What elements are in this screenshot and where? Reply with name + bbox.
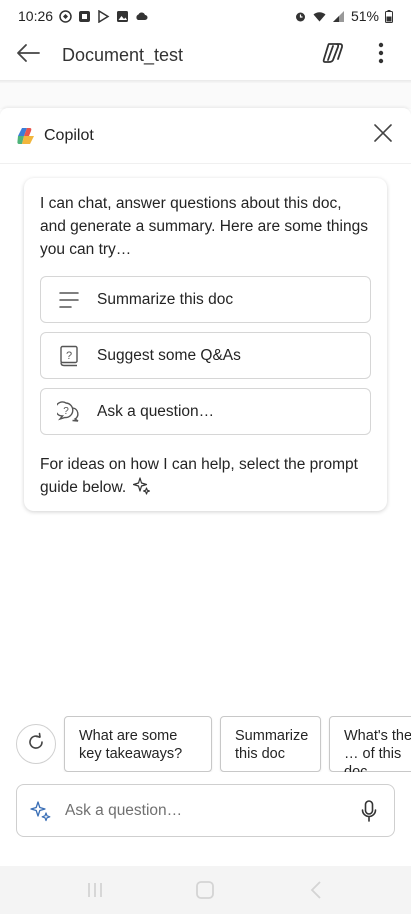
welcome-message: I can chat, answer questions about this … [40, 195, 368, 258]
copilot-logo-icon [16, 126, 36, 146]
prompt-guide-hint: For ideas on how I can help, select the … [40, 453, 371, 499]
prompt-chip-key-takeaways[interactable]: What are some key takeaways? [64, 716, 212, 772]
refresh-prompts-button[interactable] [16, 724, 56, 764]
svg-text:?: ? [66, 350, 72, 362]
svg-text:?: ? [63, 406, 69, 417]
signal-icon [332, 10, 345, 23]
question-chat-icon: ? [41, 388, 97, 435]
document-title: Document_test [62, 44, 184, 65]
home-button[interactable] [180, 870, 230, 910]
ask-question-suggestion-button[interactable]: ? Ask a question… [40, 388, 371, 435]
system-back-button[interactable] [291, 870, 341, 910]
status-bar: 10:26 51% [0, 0, 411, 32]
copilot-icon [321, 41, 345, 70]
back-button[interactable] [0, 32, 56, 78]
sparkle-icon [132, 477, 151, 495]
suggestion-label: Suggest some Q&As [97, 346, 241, 364]
ask-question-input[interactable] [65, 801, 344, 820]
chevron-left-icon [310, 881, 321, 899]
more-vertical-icon [378, 42, 384, 69]
summarize-suggestion-button[interactable]: Summarize this doc [40, 276, 371, 323]
app-header: Document_test [0, 32, 411, 78]
prompt-chip-summarize[interactable]: Summarize this doc [220, 716, 321, 772]
wifi-icon [313, 10, 326, 23]
microphone-button[interactable] [344, 784, 394, 837]
suggestion-label: Summarize this doc [97, 290, 234, 308]
recent-apps-button[interactable] [70, 870, 120, 910]
system-nav-bar [0, 866, 411, 914]
back-arrow-icon [16, 43, 40, 68]
copilot-button[interactable] [309, 32, 357, 78]
more-options-button[interactable] [357, 32, 405, 78]
prompt-chip-whats-the[interactable]: What's the … of this doc [329, 716, 411, 772]
copilot-panel-header: Copilot [0, 108, 411, 164]
recent-apps-icon [88, 883, 103, 897]
status-right: 51% [294, 8, 393, 24]
play-store-icon [97, 9, 110, 23]
notification-icon [59, 9, 72, 23]
summary-lines-icon [41, 276, 97, 323]
suggestion-label: Ask a question… [97, 402, 215, 420]
refresh-icon [26, 732, 46, 757]
question-book-icon: ? [41, 332, 97, 379]
status-time: 10:26 [18, 8, 54, 24]
prompt-guide-button[interactable] [17, 784, 65, 837]
copilot-title: Copilot [44, 126, 94, 144]
ask-question-box [16, 784, 395, 837]
gallery-icon [116, 10, 129, 23]
home-icon [196, 881, 215, 899]
microphone-icon [361, 799, 377, 822]
prompt-guide-hint-text: For ideas on how I can help, select the … [40, 456, 358, 496]
media-icon [78, 10, 91, 23]
battery-icon [385, 9, 393, 23]
copilot-welcome-card: I can chat, answer questions about this … [24, 178, 387, 511]
cloud-icon [135, 10, 148, 23]
battery-percent: 51% [350, 8, 379, 24]
alarm-icon [294, 10, 307, 23]
document-area [0, 83, 411, 109]
suggest-qa-button[interactable]: ? Suggest some Q&As [40, 332, 371, 379]
sparkle-icon [30, 800, 51, 821]
close-icon [374, 124, 392, 147]
status-left: 10:26 [18, 8, 148, 24]
close-button[interactable] [355, 108, 411, 164]
prompt-chips-row: What are some key takeaways? Summarize t… [0, 716, 411, 772]
